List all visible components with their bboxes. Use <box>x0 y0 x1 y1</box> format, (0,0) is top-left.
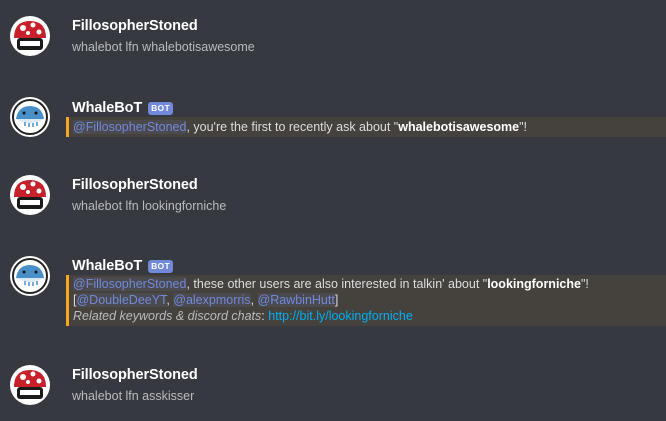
user-mention[interactable]: @RawbinHutt <box>257 293 335 307</box>
message-author[interactable]: FillosopherStoned <box>72 177 198 193</box>
message-author[interactable]: FillosopherStoned <box>72 367 198 383</box>
related-label: Related keywords & discord chats <box>73 309 262 323</box>
message-fragment: , you're the first to recently ask about… <box>186 120 399 134</box>
separator: , <box>250 293 258 307</box>
keyword: lookingforniche <box>487 277 581 291</box>
message-text: whalebot lfn whalebotisawesome <box>72 40 255 54</box>
chat-message: WhaleBoT BOT @FillosopherStoned, these o… <box>0 254 666 326</box>
related-link[interactable]: http://bit.ly/lookingforniche <box>268 309 413 323</box>
message-text: whalebot lfn asskisser <box>72 389 195 403</box>
chat-message: FillosopherStoned whalebot lfn lookingfo… <box>0 175 666 215</box>
message-text: @FillosopherStoned, you're the first to … <box>73 119 527 135</box>
message-fragment: "! <box>580 277 589 291</box>
message-line: Related keywords & discord chats: http:/… <box>73 308 413 324</box>
chat-message: WhaleBoT BOT @FillosopherStoned, you're … <box>0 95 666 140</box>
mention-highlight: @FillosopherStoned, these other users ar… <box>66 275 666 326</box>
chat-message-list: FillosopherStoned whalebot lfn whaleboti… <box>0 0 666 421</box>
bracket: ] <box>334 293 339 307</box>
user-mention[interactable]: @FillosopherStoned <box>73 277 187 291</box>
user-mention[interactable]: @FillosopherStoned <box>73 120 187 134</box>
whale-avatar-icon[interactable] <box>10 256 50 296</box>
user-mention[interactable]: @alexpmorris <box>173 293 251 307</box>
user-mention[interactable]: @DoubleDeeYT <box>76 293 167 307</box>
mushroom-avatar-icon[interactable] <box>10 175 50 215</box>
separator: : <box>261 309 265 323</box>
chat-message: FillosopherStoned whalebot lfn whaleboti… <box>0 16 666 56</box>
chat-message: FillosopherStoned whalebot lfn asskisser <box>0 365 666 405</box>
message-author[interactable]: FillosopherStoned <box>72 18 198 34</box>
bot-badge: BOT <box>148 101 173 115</box>
message-fragment: , these other users are also interested … <box>186 277 488 291</box>
message-author[interactable]: WhaleBoT <box>72 258 142 274</box>
message-line: [@DoubleDeeYT, @alexpmorris, @RawbinHutt… <box>73 292 338 308</box>
mushroom-avatar-icon[interactable] <box>10 16 50 56</box>
bot-badge: BOT <box>148 259 173 273</box>
message-line: @FillosopherStoned, these other users ar… <box>73 276 589 292</box>
mushroom-avatar-icon[interactable] <box>10 365 50 405</box>
message-fragment: "! <box>519 120 528 134</box>
keyword: whalebotisawesome <box>398 120 520 134</box>
mention-highlight: @FillosopherStoned, you're the first to … <box>66 117 666 137</box>
message-author[interactable]: WhaleBoT <box>72 100 142 116</box>
message-text: whalebot lfn lookingforniche <box>72 199 227 213</box>
whale-avatar-icon[interactable] <box>10 97 50 137</box>
